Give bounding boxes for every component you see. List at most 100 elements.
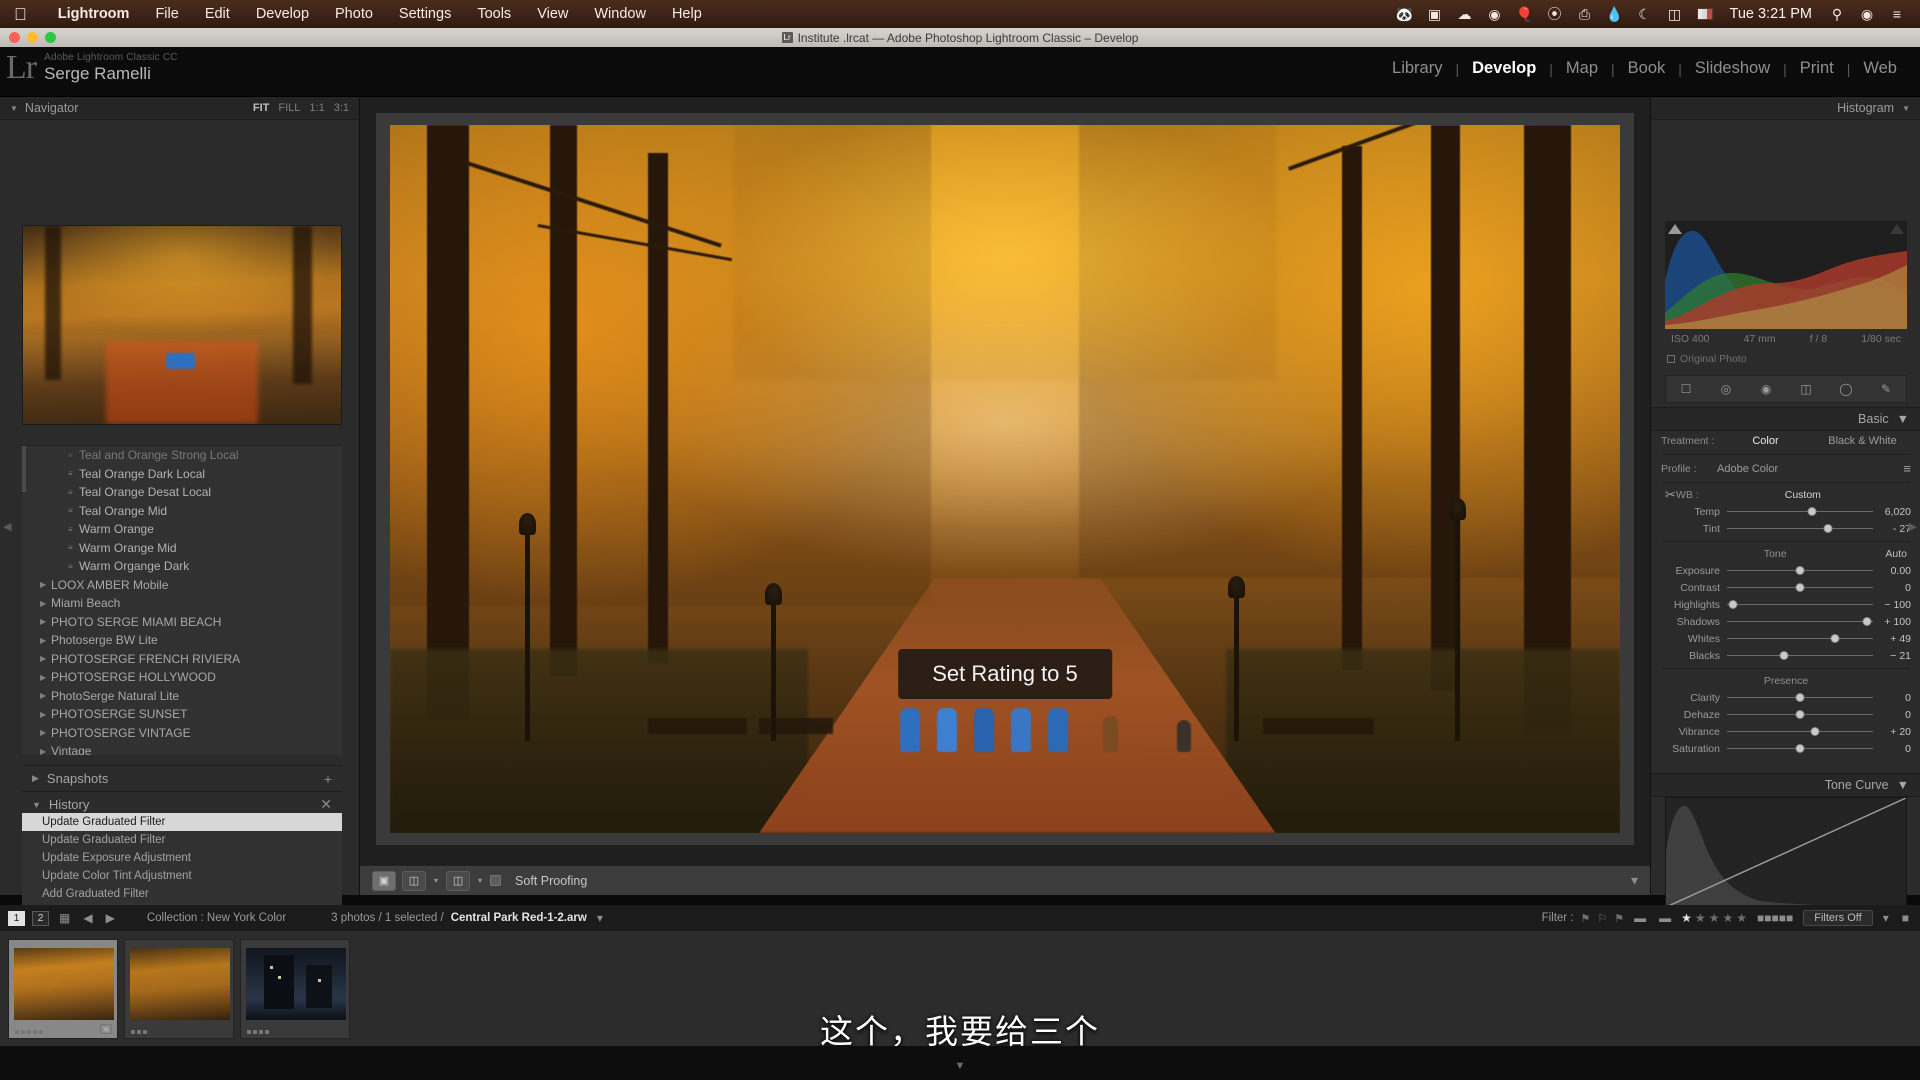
menu-help[interactable]: Help	[659, 6, 715, 22]
chevron-right-icon[interactable]: ▶	[40, 673, 51, 682]
graduated-filter-icon[interactable]: ◫	[1795, 380, 1817, 398]
menu-bar-clock[interactable]: Tue 3:21 PM	[1720, 6, 1822, 22]
slider-track[interactable]	[1727, 564, 1873, 578]
module-web[interactable]: Web	[1850, 59, 1910, 78]
slider-value[interactable]: 0	[1873, 743, 1911, 755]
zoom-1to1[interactable]: 1:1	[309, 102, 324, 114]
maximize-button[interactable]	[45, 32, 56, 43]
chevron-right-icon[interactable]: ▶	[40, 728, 51, 737]
preset-item[interactable]: ≡ Warm Organge Dark	[22, 557, 342, 576]
menu-view[interactable]: View	[524, 6, 581, 22]
slider-value[interactable]: 0	[1873, 692, 1911, 704]
cleaner-icon[interactable]: ⦿	[1540, 0, 1570, 28]
droplet-icon[interactable]: 💧	[1600, 0, 1630, 28]
zoom-3to1[interactable]: 3:1	[334, 102, 349, 114]
slider-value[interactable]: − 100	[1873, 599, 1911, 611]
toolbar-options-caret[interactable]: ▾	[1631, 872, 1638, 889]
preset-item[interactable]: ▶ PHOTOSERGE FRENCH RIVIERA	[22, 650, 342, 669]
preset-item[interactable]: ▶ PHOTOSERGE HOLLYWOOD	[22, 668, 342, 687]
grid-view-icon[interactable]: ▦	[56, 911, 73, 925]
rating-stars[interactable]: ★ ★ ★ ★ ★	[1681, 911, 1747, 925]
preset-item[interactable]: ≡ Teal Orange Dark Local	[22, 465, 342, 484]
menu-edit[interactable]: Edit	[192, 6, 243, 22]
history-item[interactable]: Update Exposure Adjustment	[22, 849, 342, 867]
wb-temp-slider[interactable]: Temp 6,020	[1661, 503, 1911, 520]
slider-knob[interactable]	[1795, 565, 1805, 575]
minimize-button[interactable]	[27, 32, 38, 43]
tone-whites-slider[interactable]: Whites + 49	[1661, 630, 1911, 647]
chevron-right-icon[interactable]: ▶	[40, 710, 51, 719]
chevron-down-icon[interactable]: ▾	[476, 876, 484, 885]
presence-saturation-slider[interactable]: Saturation 0	[1661, 740, 1911, 757]
filters-caret-icon[interactable]: ▾	[1880, 911, 1892, 925]
slider-knob[interactable]	[1779, 650, 1789, 660]
chevron-down-icon[interactable]: ▾	[432, 876, 440, 885]
tone-contrast-slider[interactable]: Contrast 0	[1661, 579, 1911, 596]
filters-state-button[interactable]: Filters Off	[1803, 910, 1873, 926]
display-icon[interactable]: ⎙	[1570, 0, 1600, 28]
color-label-2-icon[interactable]: ▬	[1656, 911, 1674, 925]
tone-highlights-slider[interactable]: Highlights − 100	[1661, 596, 1911, 613]
preset-item[interactable]: ▶ Vintage	[22, 742, 342, 755]
timer-icon[interactable]: ◉	[1480, 0, 1510, 28]
module-book[interactable]: Book	[1615, 59, 1679, 78]
slider-track[interactable]	[1727, 725, 1873, 739]
clear-history-button[interactable]: ✕	[320, 796, 332, 813]
module-slideshow[interactable]: Slideshow	[1682, 59, 1783, 78]
navigator-header[interactable]: ▼ Navigator FIT FILL 1:1 3:1	[0, 97, 359, 120]
preset-swatch-icon[interactable]: ≡	[68, 506, 79, 515]
forward-arrow-icon[interactable]: ▶	[103, 911, 118, 925]
module-print[interactable]: Print	[1787, 59, 1847, 78]
slider-knob[interactable]	[1830, 633, 1840, 643]
history-item[interactable]: Add Graduated Filter	[22, 885, 342, 903]
current-filename[interactable]: Central Park Red-1-2.arw	[451, 912, 587, 924]
page-1-button[interactable]: 1	[8, 910, 25, 926]
filter-star-2[interactable]: ★	[1695, 911, 1706, 925]
slider-track[interactable]	[1727, 522, 1873, 536]
preset-item[interactable]: ≡ Teal Orange Desat Local	[22, 483, 342, 502]
slider-value[interactable]: + 49	[1873, 633, 1911, 645]
presets-list[interactable]: ≡ Teal and Orange Strong Local ≡ Teal Orang…	[22, 445, 342, 755]
filename-caret-icon[interactable]: ▾	[594, 911, 606, 925]
left-panel-toggle-icon[interactable]: ◀	[3, 520, 11, 533]
module-map[interactable]: Map	[1553, 59, 1611, 78]
slider-value[interactable]: 0	[1873, 709, 1911, 721]
preset-item[interactable]: ▶ PHOTOSERGE VINTAGE	[22, 724, 342, 743]
profile-browser-icon[interactable]: ≡	[1903, 461, 1911, 476]
preset-item[interactable]: ▶ Photoserge BW Lite	[22, 631, 342, 650]
menu-settings[interactable]: Settings	[386, 6, 464, 22]
chevron-right-icon[interactable]: ▶	[40, 691, 51, 700]
chevron-right-icon[interactable]: ▶	[40, 636, 51, 645]
slider-value[interactable]: + 20	[1873, 726, 1911, 738]
slider-track[interactable]	[1727, 581, 1873, 595]
slider-knob[interactable]	[1810, 726, 1820, 736]
tone-curve-graph[interactable]	[1665, 797, 1907, 908]
slider-value[interactable]: 0	[1873, 582, 1911, 594]
menu-photo[interactable]: Photo	[322, 6, 386, 22]
slider-track[interactable]	[1727, 649, 1873, 663]
flag-unflagged-icon[interactable]: ⚐	[1597, 912, 1607, 925]
preset-item[interactable]: ▶ PhotoSerge Natural Lite	[22, 687, 342, 706]
loupe-view-icon[interactable]: ▣	[372, 870, 396, 891]
slider-knob[interactable]	[1823, 523, 1833, 533]
slider-track[interactable]	[1727, 691, 1873, 705]
screen-record-icon[interactable]: ▣	[1420, 0, 1450, 28]
preset-item[interactable]: ▶ PHOTO SERGE MIAMI BEACH	[22, 613, 342, 632]
original-photo-toggle[interactable]: Original Photo	[1667, 353, 1747, 365]
tone-exposure-slider[interactable]: Exposure 0.00	[1661, 562, 1911, 579]
chevron-right-icon[interactable]: ▶	[40, 617, 51, 626]
module-library[interactable]: Library	[1379, 59, 1455, 78]
close-button[interactable]	[9, 32, 20, 43]
history-item[interactable]: Update Color Tint Adjustment	[22, 867, 342, 885]
soft-proofing-checkbox[interactable]	[490, 875, 502, 886]
tone-curve-header[interactable]: Tone Curve ▼	[1651, 773, 1920, 797]
tone-auto-button[interactable]: Auto	[1885, 548, 1907, 560]
history-item[interactable]: Update Graduated Filter	[22, 831, 342, 849]
filter-star-1[interactable]: ★	[1681, 911, 1692, 925]
moon-icon[interactable]: ☾	[1630, 0, 1660, 28]
add-snapshot-button[interactable]: +	[324, 771, 332, 787]
shadow-clipping-icon[interactable]	[1668, 224, 1682, 234]
histogram-header[interactable]: Histogram ▼	[1651, 97, 1920, 120]
slider-track[interactable]	[1727, 708, 1873, 722]
compare-view-icon[interactable]: ◫	[402, 870, 426, 891]
